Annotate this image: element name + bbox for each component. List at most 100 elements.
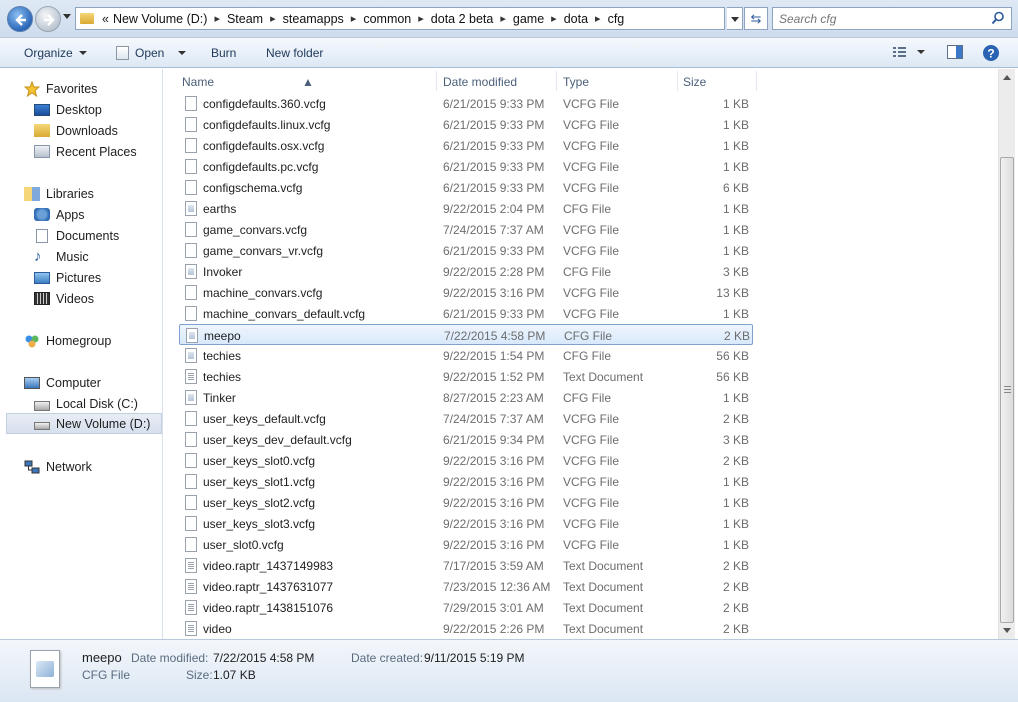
sort-ascending-icon: ▲ — [302, 75, 314, 89]
breadcrumb-common[interactable]: common — [363, 12, 411, 26]
chevron-right-icon[interactable]: ▸ — [418, 12, 424, 25]
change-view-button[interactable] — [892, 44, 928, 63]
file-type: Text Document — [563, 559, 644, 573]
breadcrumb-dota[interactable]: dota — [564, 12, 588, 26]
file-row[interactable]: game_convars_vr.vcfg 6/21/2015 9:33 PM VCF… — [179, 240, 753, 261]
file-row[interactable]: configdefaults.360.vcfg 6/21/2015 9:33 PM… — [179, 93, 753, 114]
column-divider[interactable] — [677, 71, 678, 91]
file-size: 56 KB — [716, 349, 749, 363]
new-folder-button[interactable]: New folder — [266, 46, 323, 60]
chevron-right-icon[interactable]: ▸ — [351, 12, 357, 25]
file-name: configdefaults.osx.vcfg — [203, 139, 325, 153]
breadcrumb-steamapps[interactable]: steamapps — [283, 12, 344, 26]
vertical-scrollbar[interactable] — [998, 69, 1015, 639]
system-drive-icon — [34, 400, 50, 411]
file-row[interactable]: user_keys_dev_default.vcfg 6/21/2015 9:34… — [179, 429, 753, 450]
file-row[interactable]: techies 9/22/2015 1:54 PM CFG File 56 KB — [179, 345, 753, 366]
back-button[interactable] — [7, 6, 33, 32]
address-field[interactable]: « New Volume (D:) ▸ Steam ▸ steamapps ▸ com… — [75, 7, 725, 30]
file-row[interactable]: game_convars.vcfg 7/24/2015 7:37 AM VCFG F… — [179, 219, 753, 240]
chevron-right-icon[interactable]: ▸ — [270, 12, 276, 25]
file-row[interactable]: configdefaults.pc.vcfg 6/21/2015 9:33 PM V… — [179, 156, 753, 177]
help-button[interactable]: ? — [982, 44, 1000, 65]
file-row[interactable]: Tinker 8/27/2015 2:23 AM CFG File 1 KB — [179, 387, 753, 408]
column-divider[interactable] — [436, 71, 437, 91]
file-row[interactable]: meepo 7/22/2015 4:58 PM CFG File 2 KB — [179, 324, 753, 345]
column-date-modified[interactable]: Date modified — [443, 75, 517, 89]
scrollbar-thumb[interactable] — [1000, 157, 1014, 623]
scroll-up-arrow-icon[interactable] — [1003, 75, 1011, 80]
search-input[interactable] — [773, 8, 973, 29]
file-size: 13 KB — [716, 286, 749, 300]
file-icon — [185, 180, 197, 195]
breadcrumb-new-volume[interactable]: New Volume (D:) — [113, 12, 207, 26]
file-row[interactable]: user_keys_default.vcfg 7/24/2015 7:37 AM V… — [179, 408, 753, 429]
breadcrumb-cfg[interactable]: cfg — [608, 12, 625, 26]
column-divider[interactable] — [756, 71, 757, 91]
file-name: machine_convars_default.vcfg — [203, 307, 366, 321]
chevron-right-icon[interactable]: ▸ — [214, 12, 220, 25]
file-row[interactable]: user_slot0.vcfg 9/22/2015 3:16 PM VCFG Fil… — [179, 534, 753, 555]
star-icon — [24, 80, 40, 97]
column-header-row: ▲ Name Date modified Type Size — [164, 69, 998, 93]
file-row[interactable]: configdefaults.osx.vcfg 6/21/2015 9:33 PM… — [179, 135, 753, 156]
file-row[interactable]: machine_convars.vcfg 9/22/2015 3:16 PM VCF… — [179, 282, 753, 303]
file-date-modified: 9/22/2015 2:26 PM — [443, 622, 545, 636]
nav-homegroup[interactable]: Homegroup — [24, 330, 186, 351]
file-date-modified: 9/22/2015 3:16 PM — [443, 517, 545, 531]
preview-pane-button[interactable] — [946, 44, 964, 63]
file-row[interactable]: techies 9/22/2015 1:52 PM Text Document 56 … — [179, 366, 753, 387]
chevron-right-icon[interactable]: ▸ — [595, 12, 601, 25]
forward-button[interactable] — [35, 6, 61, 32]
file-row[interactable]: video.raptr_1438151076 7/29/2015 3:01 AM T… — [179, 597, 753, 618]
file-row[interactable]: Invoker 9/22/2015 2:28 PM CFG File 3 KB — [179, 261, 753, 282]
file-type: VCFG File — [563, 160, 620, 174]
breadcrumb-game[interactable]: game — [513, 12, 544, 26]
file-row[interactable]: configdefaults.linux.vcfg 6/21/2015 9:33 … — [179, 114, 753, 135]
file-date-modified: 9/22/2015 3:16 PM — [443, 454, 545, 468]
column-type[interactable]: Type — [563, 75, 589, 89]
file-row[interactable]: video 9/22/2015 2:26 PM Text Document 2 KB — [179, 618, 753, 639]
svg-text:?: ? — [987, 47, 994, 61]
file-row[interactable]: earths 9/22/2015 2:04 PM CFG File 1 KB — [179, 198, 753, 219]
burn-button[interactable]: Burn — [211, 46, 236, 60]
file-row[interactable]: machine_convars_default.vcfg 6/21/2015 9:… — [179, 303, 753, 324]
nav-libraries[interactable]: Libraries — [24, 183, 186, 204]
file-size: 1 KB — [722, 475, 749, 489]
nav-favorites[interactable]: Favorites — [24, 78, 186, 99]
organize-button[interactable]: Organize — [24, 46, 87, 60]
view-details-icon — [893, 47, 925, 57]
column-size[interactable]: Size — [683, 75, 706, 89]
file-icon — [185, 159, 197, 174]
recent-pages-dropdown-icon[interactable] — [63, 14, 71, 19]
breadcrumb-overflow[interactable]: « — [102, 12, 109, 26]
breadcrumb-steam[interactable]: Steam — [227, 12, 263, 26]
file-row[interactable]: video.raptr_1437631077 7/23/2015 12:36 AM… — [179, 576, 753, 597]
file-name: configdefaults.pc.vcfg — [203, 160, 319, 174]
file-date-modified: 6/21/2015 9:33 PM — [443, 181, 545, 195]
file-row[interactable]: user_keys_slot1.vcfg 9/22/2015 3:16 PM VCF… — [179, 471, 753, 492]
nav-network[interactable]: Network — [24, 456, 186, 477]
chevron-right-icon[interactable]: ▸ — [551, 12, 557, 25]
column-name[interactable]: Name — [182, 75, 214, 89]
file-row[interactable]: user_keys_slot0.vcfg 9/22/2015 3:16 PM VCF… — [179, 450, 753, 471]
scroll-down-arrow-icon[interactable] — [1003, 628, 1011, 633]
file-row[interactable]: configschema.vcfg 6/21/2015 9:33 PM VCFG F… — [179, 177, 753, 198]
search-icon[interactable] — [991, 11, 1005, 26]
address-history-dropdown[interactable] — [727, 7, 743, 30]
nav-computer[interactable]: Computer — [24, 372, 186, 393]
file-icon — [185, 516, 197, 531]
open-button[interactable]: Open — [116, 46, 187, 60]
refresh-button[interactable]: ⇆ — [744, 7, 768, 30]
file-row[interactable]: video.raptr_1437149983 7/17/2015 3:59 AM T… — [179, 555, 753, 576]
cfg-file-icon — [186, 328, 198, 343]
column-divider[interactable] — [556, 71, 557, 91]
file-row[interactable]: user_keys_slot3.vcfg 9/22/2015 3:16 PM VCF… — [179, 513, 753, 534]
file-size: 1 KB — [722, 307, 749, 321]
file-name: video.raptr_1437631077 — [203, 580, 334, 594]
file-row[interactable]: user_keys_slot2.vcfg 9/22/2015 3:16 PM VCF… — [179, 492, 753, 513]
breadcrumb-dota2beta[interactable]: dota 2 beta — [431, 12, 494, 26]
chevron-right-icon[interactable]: ▸ — [500, 12, 506, 25]
search-box[interactable] — [772, 7, 1012, 30]
nav-new-volume-d[interactable]: New Volume (D:) — [6, 413, 162, 434]
